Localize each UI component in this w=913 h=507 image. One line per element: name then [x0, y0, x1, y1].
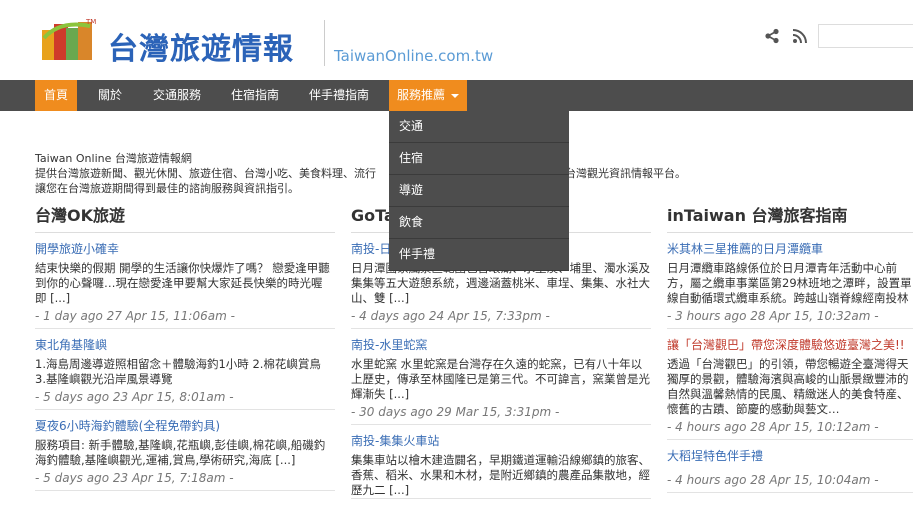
- dropdown-item-souvenir[interactable]: 伴手禮: [389, 239, 569, 271]
- site-domain[interactable]: TaiwanOnline.com.tw: [334, 47, 493, 65]
- post-meta: - 4 days ago 24 Apr 15, 7:33pm -: [351, 309, 550, 323]
- post-meta: - 4 hours ago 28 Apr 15, 10:04am -: [667, 473, 879, 487]
- post-title-link[interactable]: 開學旅遊小確幸: [35, 241, 335, 257]
- nav-home[interactable]: 首頁: [35, 80, 77, 111]
- title-divider: [324, 20, 325, 66]
- post-title-link[interactable]: 大稻埕特色伴手禮: [667, 448, 913, 464]
- column-title: 台灣OK旅遊: [35, 204, 335, 233]
- post-meta: - 5 days ago 23 Apr 15, 7:18am -: [35, 471, 234, 485]
- post-meta: - 4 hours ago 28 Apr 15, 10:12am -: [667, 420, 879, 434]
- dropdown-item-dining[interactable]: 飲食: [389, 207, 569, 239]
- post-excerpt: 日月潭纜車路線係位於日月潭青年活動中心前方，屬之纜車事業區第29林班地之潭畔，設…: [667, 261, 912, 305]
- site-logo[interactable]: TM: [40, 16, 102, 66]
- post-item: 東北角基隆嶼 1.海島周邊導遊照相留念＋體驗海釣1小時 2.棉花嶼賞鳥 3.基隆…: [35, 337, 335, 410]
- post-excerpt: 水里蛇窯 水里蛇窯是台灣存在久遠的蛇窯，已有八十年以上歷史，傳承至林國隆已是第三…: [351, 357, 650, 401]
- post-item: 讓「台灣觀巴」帶您深度體驗悠遊臺灣之美!! 透過「台灣觀巴」的引領，帶您暢遊全臺…: [667, 337, 913, 440]
- nav-transport[interactable]: 交通服務: [142, 80, 212, 111]
- post-excerpt: 透過「台灣觀巴」的引領，帶您暢遊全臺灣得天獨厚的景觀，體驗海濱與高峻的山脈景緻豐…: [667, 357, 909, 416]
- services-dropdown-menu: 交通 住宿 導遊 飲食 伴手禮: [389, 111, 569, 271]
- rss-icon[interactable]: [792, 28, 808, 44]
- intro-line-start: 提供台灣旅遊新聞、觀光休閒、旅遊住宿、台灣小吃、美食料理、流行: [35, 167, 376, 180]
- dropdown-item-transport[interactable]: 交通: [389, 111, 569, 143]
- post-meta: - 1 day ago 27 Apr 15, 11:06am -: [35, 309, 235, 323]
- post-meta: - 5 days ago 23 Apr 15, 8:01am -: [35, 390, 234, 404]
- post-title-link[interactable]: 南投-集集火車站: [351, 433, 651, 449]
- site-title[interactable]: 台灣旅遊情報: [108, 24, 294, 68]
- intro-text: Taiwan Online 台灣旅遊情報網 提供台灣旅遊新聞、觀光休閒、旅遊住宿…: [35, 151, 686, 196]
- share-icon[interactable]: [764, 28, 780, 44]
- post-meta: - 3 hours ago 28 Apr 15, 10:32am -: [667, 309, 879, 323]
- post-excerpt: 1.海島周邊導遊照相留念＋體驗海釣1小時 2.棉花嶼賞鳥 3.基隆嶼觀光沿岸風景…: [35, 357, 321, 386]
- post-title-link[interactable]: 東北角基隆嶼: [35, 337, 335, 353]
- nav-souvenir[interactable]: 伴手禮指南: [298, 80, 380, 111]
- nav-about[interactable]: 關於: [86, 80, 134, 111]
- post-title-link[interactable]: 讓「台灣觀巴」帶您深度體驗悠遊臺灣之美!!: [667, 337, 913, 353]
- nav-services[interactable]: 服務推薦: [389, 80, 467, 111]
- logo-tm: TM: [85, 18, 96, 26]
- dropdown-item-lodging[interactable]: 住宿: [389, 143, 569, 175]
- main-nav: 首頁 關於 交通服務 住宿指南 伴手禮指南 服務推薦: [0, 80, 913, 111]
- intro-line: 讓您在台灣旅遊期間得到最佳的諮詢服務與資訊指引。: [35, 182, 299, 195]
- post-item: 大稻埕特色伴手禮 - 4 hours ago 28 Apr 15, 10:04a…: [667, 448, 913, 493]
- post-item: 夏夜6小時海釣體驗(全程免帶釣具) 服務項目: 新手體驗,基隆嶼,花瓶嶼,彭佳嶼…: [35, 418, 335, 491]
- intro-line: 提供台灣旅遊新聞、觀光休閒、旅遊住宿、台灣小吃、美食料理、流行 是台灣觀光資訊情報…: [35, 166, 686, 181]
- intro-line: Taiwan Online 台灣旅遊情報網: [35, 152, 192, 165]
- nav-lodging[interactable]: 住宿指南: [220, 80, 290, 111]
- post-item: 南投-集集火車站 集集車站以檜木建造闢名，早期鐵道運輸沿線鄉鎮的旅客、香蕉、稻米…: [351, 433, 651, 499]
- chevron-down-icon: [451, 93, 459, 98]
- post-excerpt: 服務項目: 新手體驗,基隆嶼,花瓶嶼,彭佳嶼,棉花嶼,船磯釣 海釣體驗,基隆嶼觀…: [35, 438, 326, 467]
- post-item: 米其林三星推薦的日月潭纜車 日月潭纜車路線係位於日月潭青年活動中心前方，屬之纜車…: [667, 241, 913, 329]
- post-item: 開學旅遊小確幸 結束快樂的假期 開學的生活讓你快爆炸了嗎？ 戀愛逢甲聽到你的心聲…: [35, 241, 335, 329]
- post-excerpt: 集集車站以檜木建造闢名，早期鐵道運輸沿線鄉鎮的旅客、香蕉、稻米、水果和木材，是附…: [351, 453, 650, 497]
- post-item: 南投-水里蛇窯 水里蛇窯 水里蛇窯是台灣存在久遠的蛇窯，已有八十年以上歷史，傳承…: [351, 337, 651, 425]
- intro-line-end: 是台灣觀光資訊情報平台。: [554, 167, 686, 180]
- post-excerpt: 結束快樂的假期 開學的生活讓你快爆炸了嗎？ 戀愛逢甲聽到你的心聲囉…現在戀愛逢甲…: [35, 261, 330, 305]
- search-input[interactable]: [818, 24, 913, 48]
- post-meta: - 30 days ago 29 Mar 15, 3:31pm -: [351, 405, 560, 419]
- dropdown-item-guide[interactable]: 導遊: [389, 175, 569, 207]
- nav-services-label: 服務推薦: [396, 88, 445, 102]
- post-title-link[interactable]: 米其林三星推薦的日月潭纜車: [667, 241, 913, 257]
- column-title: inTaiwan 台灣旅客指南: [667, 204, 913, 233]
- post-title-link[interactable]: 夏夜6小時海釣體驗(全程免帶釣具): [35, 418, 335, 434]
- post-title-link[interactable]: 南投-水里蛇窯: [351, 337, 651, 353]
- column-ok-travel: 台灣OK旅遊 開學旅遊小確幸 結束快樂的假期 開學的生活讓你快爆炸了嗎？ 戀愛逢…: [35, 204, 335, 499]
- column-intaiwan: inTaiwan 台灣旅客指南 米其林三星推薦的日月潭纜車 日月潭纜車路線係位於…: [667, 204, 913, 501]
